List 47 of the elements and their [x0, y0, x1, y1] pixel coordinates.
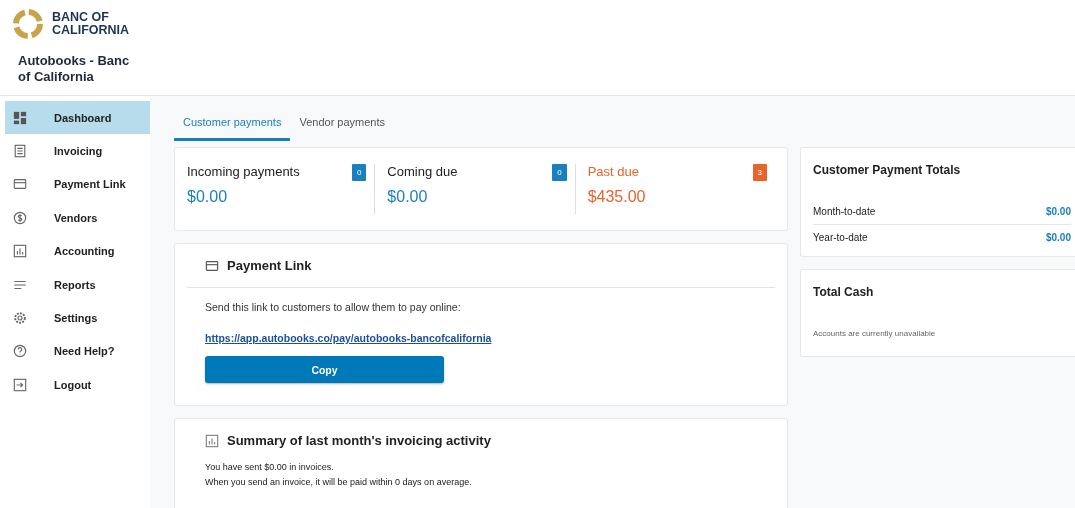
sidebar-item[interactable]: Logout	[5, 368, 150, 402]
count-badge: 3	[752, 164, 767, 181]
total-label: Year-to-date	[813, 232, 868, 243]
logo-icon	[12, 8, 44, 40]
status-note: Accounts are currently unavailable	[812, 328, 937, 338]
count-badge: 0	[351, 164, 367, 181]
total-label: Month-to-date	[813, 206, 876, 217]
organization-name: Autobooks - Banc of California	[18, 53, 131, 85]
exit-icon	[13, 377, 27, 392]
card-title: Total Cash	[812, 284, 875, 299]
tab[interactable]: Customer payments	[174, 110, 291, 141]
chart-icon	[13, 244, 27, 259]
total-value: $0.00	[1045, 232, 1071, 243]
gear-icon	[13, 311, 27, 326]
card-icon	[13, 177, 27, 192]
sidebar-item[interactable]: Payment Link	[5, 167, 150, 202]
logo-text: BANC OF CALIFORNIA	[52, 11, 130, 37]
card-title: Customer Payment Totals	[812, 162, 962, 177]
chart-icon	[205, 433, 219, 448]
card-title: Summary of last month's invoicing activity	[227, 433, 491, 448]
dollar-icon	[13, 210, 27, 225]
instruction-text: Send this link to customers to allow them to pay online:	[205, 301, 461, 313]
document-icon	[13, 144, 27, 159]
stat-title: Past due	[587, 164, 639, 179]
tab[interactable]: Vendor payments	[290, 110, 395, 141]
sidebar-item[interactable]: Need Help?	[5, 334, 150, 369]
payment-link[interactable]: https://app.autobooks.co/pay/autobooks-bancofcalifornia	[205, 332, 492, 344]
sidebar-item[interactable]: Dashboard	[5, 101, 150, 135]
card-icon	[205, 258, 219, 273]
card-title: Payment Link	[227, 258, 312, 273]
dashboard-icon	[13, 110, 27, 125]
sidebar-item[interactable]: Reports	[5, 267, 150, 302]
stat-amount: $0.00	[187, 188, 229, 206]
stat-title: Incoming payments	[187, 164, 300, 179]
sidebar-item[interactable]: Vendors	[5, 201, 150, 235]
copy-button[interactable]: Copy	[205, 356, 444, 383]
sidebar-item[interactable]: Invoicing	[5, 134, 150, 168]
stat-amount: $435.00	[587, 188, 647, 206]
count-badge: 0	[552, 164, 567, 181]
summary-text: When you send an invoice, it will be paid within 0 days on average.	[205, 477, 473, 487]
stat-title: Coming due	[387, 164, 458, 179]
total-value: $0.00	[1045, 206, 1071, 217]
summary-text: You have sent $0.00 in invoices.	[205, 462, 335, 472]
sidebar-item[interactable]: Accounting	[5, 234, 150, 268]
stat-amount: $0.00	[387, 188, 429, 206]
question-icon	[13, 344, 27, 359]
sidebar-item[interactable]: Settings	[5, 301, 150, 335]
